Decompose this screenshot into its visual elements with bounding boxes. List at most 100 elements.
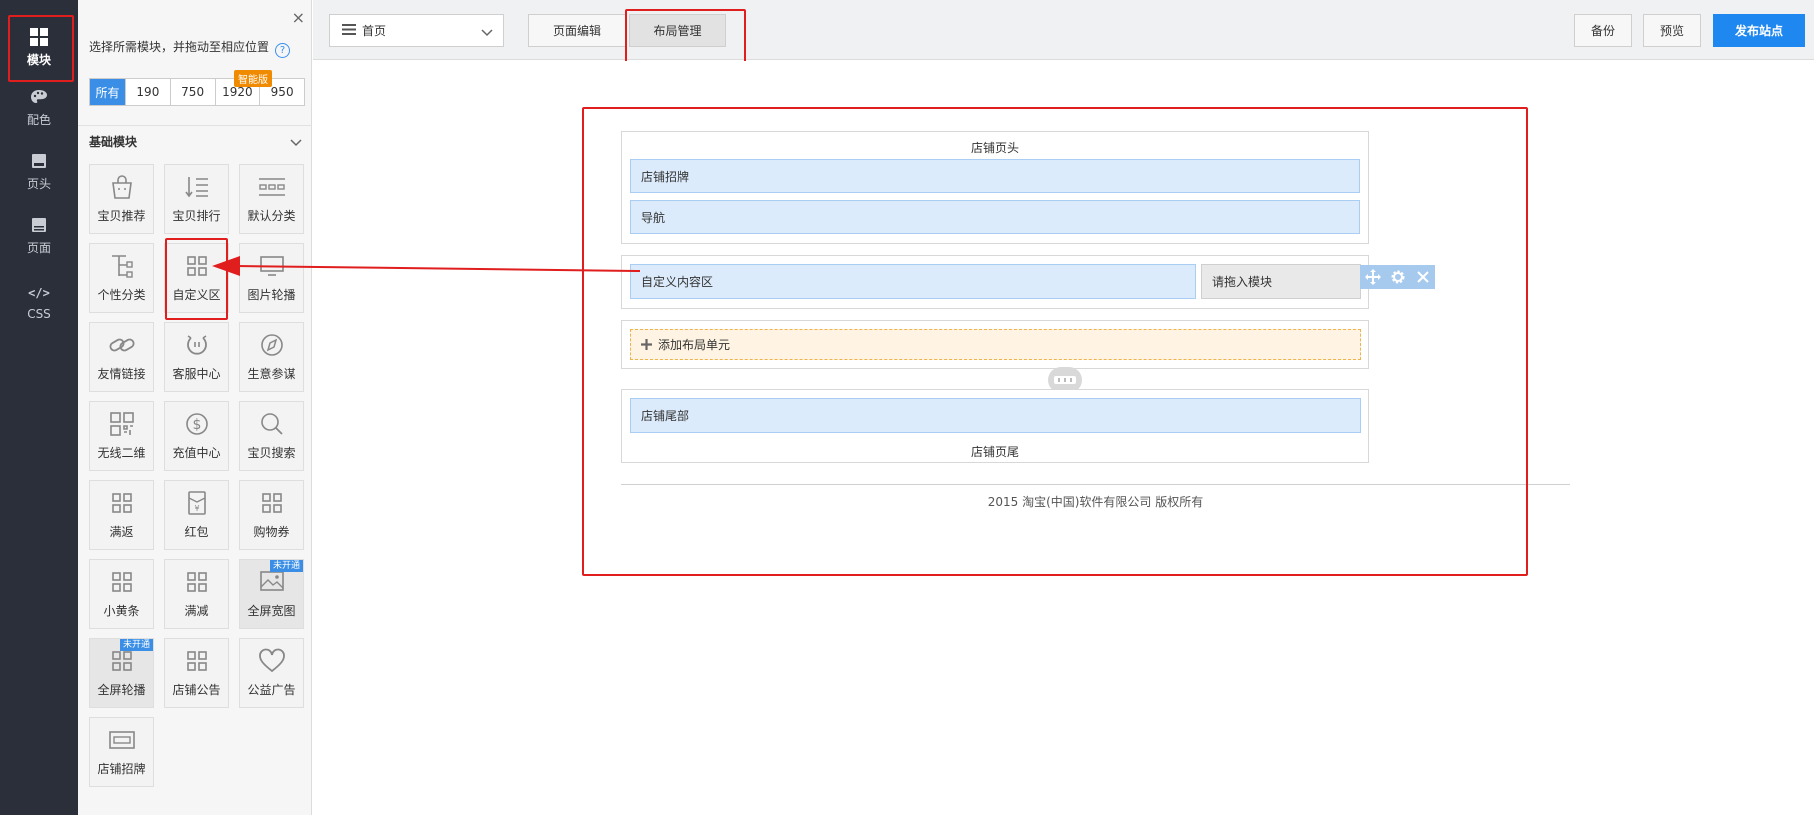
module-tile[interactable]: 友情链接: [89, 322, 154, 392]
module-tile-label: 满返: [109, 525, 134, 539]
module-tile-label: 个性分类: [97, 288, 146, 302]
gear-icon[interactable]: [1388, 267, 1408, 287]
module-tile[interactable]: 生意参谋: [239, 322, 304, 392]
add-unit-block: 添加布局单元: [621, 320, 1369, 369]
module-tile[interactable]: ¥ 红包: [164, 480, 229, 550]
tab-page-edit[interactable]: 页面编辑: [528, 14, 626, 47]
module-tile-label: 全屏轮播: [97, 683, 146, 697]
plus-icon: [641, 339, 652, 350]
grid-icon: [108, 569, 136, 595]
module-tile[interactable]: 店铺招牌: [89, 717, 154, 787]
nav-item-modules[interactable]: 模块: [0, 18, 78, 78]
add-layout-unit-label: 添加布局单元: [658, 338, 731, 352]
publish-button[interactable]: 发布站点: [1713, 14, 1805, 47]
module-tile[interactable]: 满返: [89, 480, 154, 550]
unit-toolbar: [1360, 265, 1435, 289]
nav-label: 页头: [26, 177, 51, 191]
module-tile[interactable]: 宝贝推荐: [89, 164, 154, 234]
module-tile-label: 宝贝推荐: [97, 209, 146, 223]
module-tile-label: 全屏宽图: [247, 604, 296, 618]
module-shop-sign[interactable]: 店铺招牌: [630, 159, 1360, 193]
monitor-icon: [258, 253, 286, 279]
module-tile-label: 店铺招牌: [97, 762, 146, 776]
module-tile[interactable]: 满减: [164, 559, 229, 629]
module-tile[interactable]: 图片轮播: [239, 243, 304, 313]
module-tile[interactable]: 公益广告: [239, 638, 304, 708]
nav-item-css[interactable]: </> CSS: [0, 272, 78, 332]
section-title: 基础模块: [89, 135, 138, 149]
tree-icon: [108, 253, 136, 279]
grid-icon: [108, 648, 136, 674]
panel-tip: 选择所需模块，并拖动至相应位置?: [89, 38, 291, 58]
module-tile-label: 店铺公告: [172, 683, 221, 697]
module-tile-label: 自定义区: [172, 288, 221, 302]
module-tile[interactable]: 购物券: [239, 480, 304, 550]
layout-canvas: 店铺页头 店铺招牌 导航 自定义内容区 请拖入模块 添加布局单元 店铺尾部 店铺…: [313, 61, 1814, 815]
filter-190[interactable]: 190: [125, 79, 170, 105]
module-tile-label: 默认分类: [247, 209, 296, 223]
page-select[interactable]: 首页: [329, 14, 504, 47]
service-icon: [183, 332, 211, 358]
module-tile-label: 客服中心: [172, 367, 221, 381]
section-basic-modules[interactable]: 基础模块: [78, 125, 312, 157]
module-tile[interactable]: 宝贝搜索: [239, 401, 304, 471]
link-icon: [108, 332, 136, 358]
nav-label: CSS: [27, 306, 51, 321]
nav-label: 模块: [26, 53, 51, 67]
menu-icon: [342, 23, 356, 38]
module-tile-label: 公益广告: [247, 683, 296, 697]
bag-icon: [108, 174, 136, 200]
header-block: 店铺页头 店铺招牌 导航: [621, 131, 1369, 244]
module-tile[interactable]: $ 充值中心: [164, 401, 229, 471]
page-icon: [29, 216, 49, 234]
filter-750[interactable]: 750: [169, 79, 215, 105]
filter-all[interactable]: 所有: [90, 79, 125, 105]
backup-button[interactable]: 备份: [1574, 14, 1632, 47]
module-tile-label: 图片轮播: [247, 288, 296, 302]
qrcode-icon: [108, 411, 136, 437]
layout-unit-custom: 自定义内容区 请拖入模块: [621, 255, 1369, 309]
search-icon: [258, 411, 286, 437]
grid-icon: [258, 490, 286, 516]
nav-label: 配色: [26, 113, 51, 127]
module-tile[interactable]: 全屏宽图 未开通: [239, 559, 304, 629]
category-icon: [258, 174, 286, 200]
module-tile[interactable]: 客服中心: [164, 322, 229, 392]
module-navigation[interactable]: 导航: [630, 200, 1360, 234]
grid-icon: [183, 569, 211, 595]
module-tile-label: 友情链接: [97, 367, 146, 381]
nav-label: 页面: [26, 241, 51, 255]
add-layout-unit[interactable]: 添加布局单元: [630, 329, 1361, 360]
close-icon[interactable]: [1413, 267, 1433, 287]
tab-layout-manage[interactable]: 布局管理: [629, 14, 726, 47]
module-tile[interactable]: 全屏轮播 未开通: [89, 638, 154, 708]
footer-block: 店铺尾部 店铺页尾: [621, 389, 1369, 463]
module-tile[interactable]: 小黄条: [89, 559, 154, 629]
copyright-text: 2015 淘宝(中国)软件有限公司 版权所有: [987, 495, 1204, 509]
smart-version-badge: 智能版: [234, 70, 272, 87]
nav-item-page[interactable]: 页面: [0, 206, 78, 266]
nav-item-header[interactable]: 页头: [0, 142, 78, 202]
left-nav: 模块 配色 页头 页面 </> CSS: [0, 0, 78, 815]
module-tile[interactable]: 个性分类: [89, 243, 154, 313]
module-tile[interactable]: 无线二维: [89, 401, 154, 471]
module-tile[interactable]: 店铺公告: [164, 638, 229, 708]
palette-icon: [29, 88, 49, 106]
drop-zone[interactable]: 请拖入模块: [1201, 264, 1361, 299]
help-icon[interactable]: ?: [275, 43, 291, 58]
module-tile[interactable]: 宝贝排行: [164, 164, 229, 234]
nav-item-colors[interactable]: 配色: [0, 78, 78, 138]
banner-icon: [108, 727, 136, 753]
close-icon[interactable]: ×: [292, 10, 305, 26]
module-tile[interactable]: 自定义区: [164, 243, 229, 313]
module-tile[interactable]: 默认分类: [239, 164, 304, 234]
module-tile-label: 红包: [184, 525, 209, 539]
page-select-value: 首页: [362, 24, 387, 38]
chevron-down-icon: [290, 136, 302, 150]
move-icon[interactable]: [1363, 267, 1383, 287]
module-custom-content[interactable]: 自定义内容区: [630, 264, 1196, 299]
module-shop-footer[interactable]: 店铺尾部: [630, 398, 1361, 433]
module-tile-label: 生意参谋: [247, 367, 296, 381]
preview-button[interactable]: 预览: [1643, 14, 1701, 47]
grid-icon: [108, 490, 136, 516]
